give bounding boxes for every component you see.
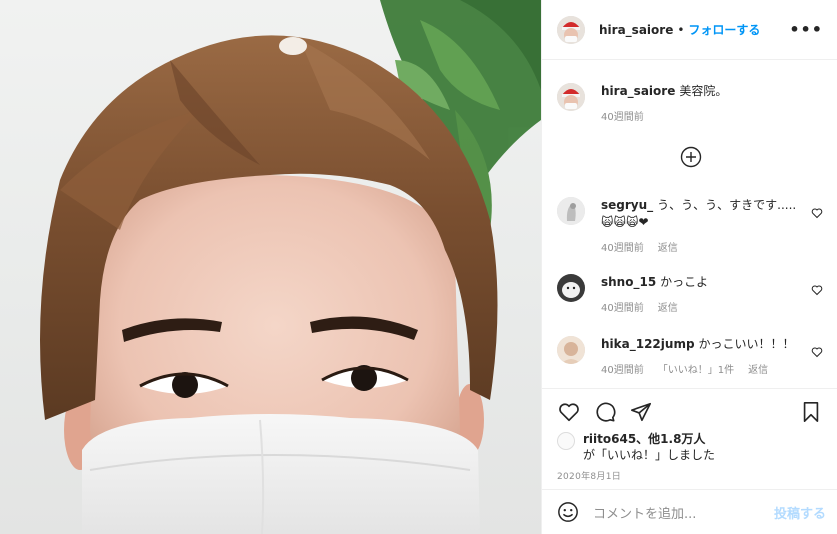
avatar-photo-icon bbox=[557, 274, 585, 302]
avatar-photo-icon bbox=[557, 336, 585, 364]
comments-list[interactable]: hira_saiore 美容院。 40週間前 segryu_ う、う、う、すきで… bbox=[542, 61, 837, 387]
post-sidebar: hira_saiore • フォローする ••• hira_saiore 美容院… bbox=[541, 0, 837, 534]
comment-content: かっこいい！！！ bbox=[698, 337, 795, 351]
reply-button[interactable]: 返信 bbox=[748, 361, 768, 376]
likes-text: riito645、他1.8万人 が「いいね！」しました bbox=[583, 431, 715, 463]
post-header: hira_saiore • フォローする ••• bbox=[542, 0, 837, 60]
avatar[interactable] bbox=[557, 336, 585, 364]
header-separator: • bbox=[677, 22, 685, 37]
comment-body: segryu_ う、う、う、すきです..... 🙀🙀🙀❤ 40週間前 返信 bbox=[601, 197, 801, 254]
comment-body: shno_15 かっこよ 40週間前 返信 bbox=[601, 274, 801, 314]
caption-text: hira_saiore 美容院。 bbox=[601, 83, 801, 100]
comment-username[interactable]: segryu_ bbox=[601, 198, 653, 212]
heart-icon[interactable] bbox=[558, 401, 580, 423]
caption-body: hira_saiore 美容院。 40週間前 bbox=[601, 83, 801, 123]
caption-meta: 40週間前 bbox=[601, 108, 801, 123]
plus-circle-icon[interactable] bbox=[680, 146, 702, 168]
comment-input[interactable]: コメントを追加... bbox=[593, 503, 774, 522]
avatar[interactable] bbox=[557, 15, 585, 44]
caption-username[interactable]: hira_saiore bbox=[601, 84, 675, 98]
instagram-post-modal: hira_saiore • フォローする ••• hira_saiore 美容院… bbox=[0, 0, 837, 534]
avatar-photo-icon bbox=[557, 83, 585, 111]
comment-like-heart-icon[interactable] bbox=[811, 284, 823, 296]
action-icons bbox=[542, 389, 837, 435]
comment-username[interactable]: hika_122jump bbox=[601, 337, 695, 351]
avatar[interactable] bbox=[557, 83, 585, 111]
comment-content: う、う、う、すきです..... bbox=[657, 198, 797, 212]
comment-text: segryu_ う、う、う、すきです..... 🙀🙀🙀❤ bbox=[601, 197, 801, 231]
reply-button[interactable]: 返信 bbox=[658, 299, 678, 314]
comment-like-heart-icon[interactable] bbox=[811, 207, 823, 219]
follow-button[interactable]: フォローする bbox=[688, 21, 760, 38]
caption-time[interactable]: 40週間前 bbox=[601, 108, 644, 123]
avatar-photo-icon bbox=[557, 15, 585, 44]
avatar[interactable] bbox=[557, 274, 585, 302]
comment-text: hika_122jump かっこいい！！！ bbox=[601, 336, 801, 353]
post-comment-button[interactable]: 投稿する bbox=[774, 503, 826, 522]
share-icon[interactable] bbox=[630, 401, 652, 423]
likes-count[interactable]: riito645、他1.8万人 bbox=[583, 432, 705, 446]
comment-time[interactable]: 40週間前 bbox=[601, 239, 644, 254]
likes-summary: riito645、他1.8万人 が「いいね！」しました bbox=[557, 431, 715, 463]
header-username[interactable]: hira_saiore bbox=[599, 23, 673, 37]
comment-emoji: 🙀🙀🙀❤ bbox=[601, 215, 649, 229]
add-comment-bar: コメントを追加... 投稿する bbox=[542, 489, 837, 534]
comment-meta: 40週間前 返信 bbox=[601, 239, 801, 254]
post-date[interactable]: 2020年8月1日 bbox=[557, 469, 621, 482]
comment-time[interactable]: 40週間前 bbox=[601, 361, 644, 376]
likes-suffix: が「いいね！」しました bbox=[583, 448, 716, 462]
comment-row: segryu_ う、う、う、すきです..... 🙀🙀🙀❤ 40週間前 返信 bbox=[557, 197, 823, 254]
comment-like-heart-icon[interactable] bbox=[811, 346, 823, 358]
caption-row: hira_saiore 美容院。 40週間前 bbox=[557, 83, 823, 123]
avatar-photo-icon bbox=[557, 197, 585, 225]
comment-row: shno_15 かっこよ 40週間前 返信 bbox=[557, 274, 823, 314]
avatar[interactable] bbox=[557, 197, 585, 225]
reply-button[interactable]: 返信 bbox=[658, 239, 678, 254]
comment-text: shno_15 かっこよ bbox=[601, 274, 801, 291]
comment-username[interactable]: shno_15 bbox=[601, 275, 656, 289]
avatar[interactable] bbox=[557, 432, 575, 450]
comment-row: hika_122jump かっこいい！！！ 40週間前 「いいね！」1件 返信 bbox=[557, 336, 823, 376]
comment-body: hika_122jump かっこいい！！！ 40週間前 「いいね！」1件 返信 bbox=[601, 336, 801, 376]
more-options-button[interactable]: ••• bbox=[789, 20, 823, 39]
bookmark-icon[interactable] bbox=[800, 401, 822, 423]
post-actions: riito645、他1.8万人 が「いいね！」しました 2020年8月1日 bbox=[542, 388, 837, 482]
portrait-illustration bbox=[40, 0, 541, 534]
comment-content: かっこよ bbox=[660, 275, 709, 289]
emoji-icon[interactable] bbox=[557, 501, 579, 523]
caption-content: 美容院。 bbox=[679, 84, 728, 98]
post-photo[interactable] bbox=[0, 0, 541, 534]
comment-meta: 40週間前 「いいね！」1件 返信 bbox=[601, 361, 801, 376]
comment-time[interactable]: 40週間前 bbox=[601, 299, 644, 314]
comment-icon[interactable] bbox=[594, 401, 616, 423]
comment-meta: 40週間前 返信 bbox=[601, 299, 801, 314]
comment-likes-count[interactable]: 「いいね！」1件 bbox=[658, 361, 734, 376]
